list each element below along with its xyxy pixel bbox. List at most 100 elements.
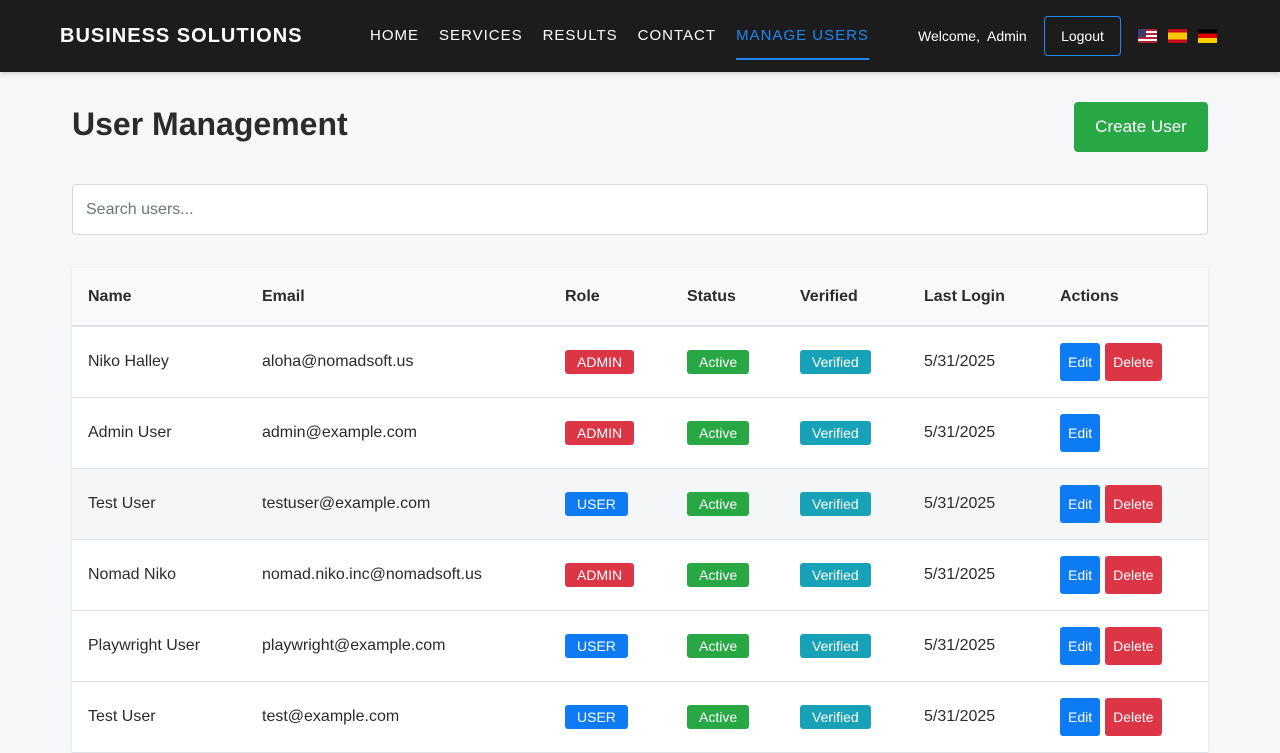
column-header-verified: Verified [784, 268, 908, 327]
delete-button[interactable]: Delete [1105, 626, 1162, 665]
role-badge: USER [565, 491, 628, 516]
status-badge: Active [687, 704, 750, 729]
edit-button[interactable]: Edit [1060, 413, 1101, 452]
status-badge: Active [687, 420, 750, 445]
cell-name: Test User [72, 468, 246, 540]
role-badge: USER [565, 633, 628, 658]
brand-logo[interactable]: BUSINESS SOLUTIONS [60, 0, 302, 72]
users-table: Name Email Role Status Verified Last Log… [72, 268, 1208, 753]
cell-email: playwright@example.com [246, 610, 549, 682]
cell-email: nomad.niko.inc@nomadsoft.us [246, 539, 549, 611]
verified-badge: Verified [800, 633, 871, 658]
navbar: BUSINESS SOLUTIONS HOME SERVICES RESULTS… [0, 0, 1280, 72]
flag-us-icon[interactable] [1138, 29, 1157, 43]
cell-email: testuser@example.com [246, 468, 549, 540]
cell-last-login: 5/31/2025 [908, 610, 1044, 682]
cell-actions: Edit Delete [1044, 681, 1208, 753]
cell-email: test@example.com [246, 681, 549, 753]
cell-verified: Verified [784, 326, 908, 398]
cell-role: USER [549, 468, 671, 540]
cell-verified: Verified [784, 468, 908, 540]
cell-status: Active [671, 539, 784, 611]
cell-last-login: 5/31/2025 [908, 468, 1044, 540]
cell-verified: Verified [784, 397, 908, 469]
cell-role: ADMIN [549, 326, 671, 398]
users-table-container: Name Email Role Status Verified Last Log… [72, 268, 1208, 753]
status-badge: Active [687, 491, 750, 516]
cell-status: Active [671, 397, 784, 469]
cell-last-login: 5/31/2025 [908, 681, 1044, 753]
table-row: Nomad Niko nomad.niko.inc@nomadsoft.us ADM… [72, 539, 1208, 611]
verified-badge: Verified [800, 491, 871, 516]
table-header-row: Name Email Role Status Verified Last Log… [72, 268, 1208, 327]
edit-button[interactable]: Edit [1060, 697, 1101, 736]
nav-link-contact[interactable]: CONTACT [638, 0, 716, 72]
verified-badge: Verified [800, 349, 871, 374]
role-badge: USER [565, 704, 628, 729]
cell-actions: Edit Delete [1044, 468, 1208, 540]
welcome-message: Welcome, Admin [918, 0, 1027, 72]
nav-link-services[interactable]: SERVICES [439, 0, 523, 72]
cell-actions: Edit Delete [1044, 539, 1208, 611]
cell-name: Admin User [72, 397, 246, 469]
cell-name: Nomad Niko [72, 539, 246, 611]
cell-actions: Edit Delete [1044, 610, 1208, 682]
table-row: Test User testuser@example.com USER Active V… [72, 468, 1208, 540]
cell-name: Niko Halley [72, 326, 246, 398]
cell-last-login: 5/31/2025 [908, 539, 1044, 611]
verified-badge: Verified [800, 562, 871, 587]
cell-status: Active [671, 610, 784, 682]
table-row: Test User test@example.com USER Active Verif… [72, 681, 1208, 753]
edit-button[interactable]: Edit [1060, 484, 1101, 523]
cell-actions: Edit Delete [1044, 326, 1208, 398]
role-badge: ADMIN [565, 420, 635, 445]
status-badge: Active [687, 562, 750, 587]
cell-status: Active [671, 468, 784, 540]
logout-button[interactable]: Logout [1044, 16, 1121, 56]
nav-link-home[interactable]: HOME [370, 0, 419, 72]
cell-role: ADMIN [549, 539, 671, 611]
cell-verified: Verified [784, 610, 908, 682]
delete-button[interactable]: Delete [1105, 555, 1162, 594]
cell-status: Active [671, 681, 784, 753]
column-header-name: Name [72, 268, 246, 327]
verified-badge: Verified [800, 420, 871, 445]
column-header-last-login: Last Login [908, 268, 1044, 327]
nav-link-results[interactable]: RESULTS [543, 0, 618, 72]
verified-badge: Verified [800, 704, 871, 729]
edit-button[interactable]: Edit [1060, 555, 1101, 594]
cell-actions: Edit [1044, 397, 1208, 469]
welcome-label: Welcome, [918, 28, 980, 44]
table-row: Admin User admin@example.com ADMIN Active Ve… [72, 397, 1208, 469]
table-row: Playwright User playwright@example.com USE… [72, 610, 1208, 682]
username: Admin [986, 28, 1027, 44]
edit-button[interactable]: Edit [1060, 626, 1101, 665]
status-badge: Active [687, 349, 750, 374]
status-badge: Active [687, 633, 750, 658]
edit-button[interactable]: Edit [1060, 342, 1101, 381]
column-header-role: Role [549, 268, 671, 327]
main-nav: HOME SERVICES RESULTS CONTACT MANAGE USE… [370, 0, 889, 72]
nav-link-manage-users[interactable]: MANAGE USERS [736, 0, 869, 72]
search-input[interactable] [72, 184, 1208, 235]
cell-last-login: 5/31/2025 [908, 397, 1044, 469]
delete-button[interactable]: Delete [1105, 342, 1162, 381]
flag-de-icon[interactable] [1198, 29, 1217, 43]
table-row: Niko Halley aloha@nomadsoft.us ADMIN Active… [72, 326, 1208, 398]
cell-name: Playwright User [72, 610, 246, 682]
cell-status: Active [671, 326, 784, 398]
delete-button[interactable]: Delete [1105, 697, 1162, 736]
role-badge: ADMIN [565, 349, 635, 374]
cell-email: aloha@nomadsoft.us [246, 326, 549, 398]
cell-verified: Verified [784, 681, 908, 753]
cell-role: USER [549, 610, 671, 682]
create-user-button[interactable]: Create User [1074, 102, 1208, 152]
page-title: User Management [72, 106, 348, 142]
column-header-actions: Actions [1044, 268, 1208, 327]
cell-verified: Verified [784, 539, 908, 611]
role-badge: ADMIN [565, 562, 635, 587]
flag-es-icon[interactable] [1168, 29, 1187, 43]
delete-button[interactable]: Delete [1105, 484, 1162, 523]
cell-email: admin@example.com [246, 397, 549, 469]
column-header-email: Email [246, 268, 549, 327]
